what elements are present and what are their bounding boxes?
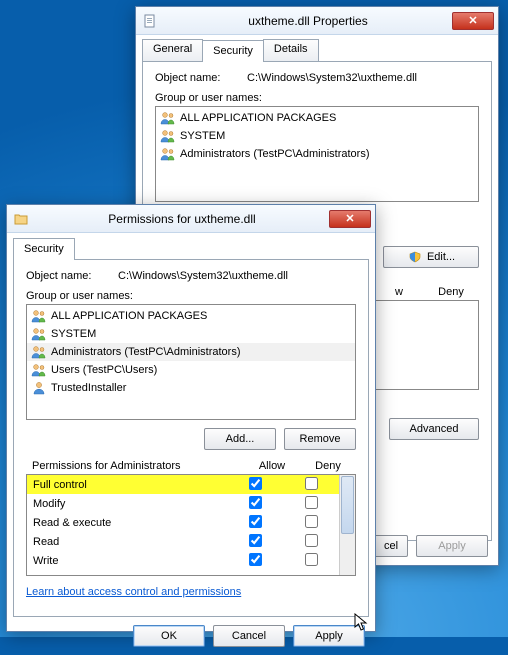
- cancel-button[interactable]: Cancel: [213, 625, 285, 647]
- permission-name: Read & execute: [33, 517, 227, 529]
- permissions-window: Permissions for uxtheme.dll ✕ Security O…: [6, 204, 376, 632]
- object-name-label: Object name:: [26, 270, 118, 282]
- allow-checkbox[interactable]: [249, 496, 262, 509]
- principal-name: ALL APPLICATION PACKAGES: [180, 112, 336, 124]
- edit-button[interactable]: Edit...: [383, 246, 479, 268]
- principal-entry[interactable]: TrustedInstaller: [27, 379, 355, 397]
- principals-list[interactable]: ALL APPLICATION PACKAGES SYSTEM Administra…: [26, 304, 356, 420]
- permission-row: Modify: [27, 494, 339, 513]
- permission-name: Modify: [33, 498, 227, 510]
- apply-button[interactable]: Apply: [293, 625, 365, 647]
- principal-name: ALL APPLICATION PACKAGES: [51, 310, 207, 322]
- principal-entry[interactable]: SYSTEM: [27, 325, 355, 343]
- principal-name: Administrators (TestPC\Administrators): [51, 346, 241, 358]
- close-icon[interactable]: ✕: [452, 12, 494, 30]
- cancel-button-fragment[interactable]: cel: [374, 535, 408, 557]
- tab-general[interactable]: General: [142, 39, 203, 61]
- allow-checkbox[interactable]: [249, 534, 262, 547]
- permissions-titlebar[interactable]: Permissions for uxtheme.dll ✕: [7, 205, 375, 233]
- deny-checkbox[interactable]: [305, 534, 318, 547]
- principal-name: SYSTEM: [51, 328, 96, 340]
- principal-entry[interactable]: Administrators (TestPC\Administrators): [27, 343, 355, 361]
- permission-name: Full control: [33, 479, 227, 491]
- edit-button-label: Edit...: [427, 251, 455, 263]
- permission-name: Read: [33, 536, 227, 548]
- object-name-value: C:\Windows\System32\uxtheme.dll: [118, 270, 288, 282]
- group-icon: [31, 344, 47, 360]
- principal-name: Users (TestPC\Users): [51, 364, 157, 376]
- object-name-label: Object name:: [155, 72, 247, 84]
- principal-name: TrustedInstaller: [51, 382, 126, 394]
- principal-entry[interactable]: Administrators (TestPC\Administrators): [156, 145, 478, 163]
- close-icon[interactable]: ✕: [329, 210, 371, 228]
- allow-header: Allow: [244, 460, 300, 472]
- group-icon: [160, 128, 176, 144]
- deny-checkbox[interactable]: [305, 477, 318, 490]
- permissions-footer: OK Cancel Apply: [7, 617, 375, 655]
- group-icon: [31, 380, 47, 396]
- group-label: Group or user names:: [26, 290, 356, 302]
- file-icon: [142, 13, 158, 29]
- add-button[interactable]: Add...: [204, 428, 276, 450]
- properties-title: uxtheme.dll Properties: [164, 14, 452, 28]
- group-label: Group or user names:: [155, 92, 479, 104]
- shield-icon: [407, 249, 423, 265]
- allow-checkbox[interactable]: [249, 553, 262, 566]
- group-icon: [31, 308, 47, 324]
- allow-checkbox[interactable]: [249, 515, 262, 528]
- permissions-title: Permissions for uxtheme.dll: [35, 212, 329, 226]
- folder-icon: [13, 211, 29, 227]
- permission-row: Write: [27, 551, 339, 570]
- allow-checkbox[interactable]: [249, 477, 262, 490]
- deny-checkbox[interactable]: [305, 496, 318, 509]
- group-icon: [31, 362, 47, 378]
- properties-titlebar[interactable]: uxtheme.dll Properties ✕: [136, 7, 498, 35]
- allow-header: w: [375, 286, 423, 298]
- remove-button[interactable]: Remove: [284, 428, 356, 450]
- deny-header: Deny: [300, 460, 356, 472]
- tab-security[interactable]: Security: [13, 238, 75, 260]
- principal-entry[interactable]: ALL APPLICATION PACKAGES: [27, 307, 355, 325]
- permission-row: Read & execute: [27, 513, 339, 532]
- properties-footer: cel Apply: [364, 527, 498, 565]
- principal-name: Administrators (TestPC\Administrators): [180, 148, 370, 160]
- apply-button[interactable]: Apply: [416, 535, 488, 557]
- group-icon: [160, 146, 176, 162]
- principal-entry[interactable]: SYSTEM: [156, 127, 478, 145]
- learn-link[interactable]: Learn about access control and permissio…: [26, 586, 241, 598]
- ok-button[interactable]: OK: [133, 625, 205, 647]
- deny-header: Deny: [423, 286, 479, 298]
- group-icon: [31, 326, 47, 342]
- principal-entry[interactable]: ALL APPLICATION PACKAGES: [156, 109, 478, 127]
- deny-checkbox[interactable]: [305, 515, 318, 528]
- permissions-for-label: Permissions for Administrators: [32, 460, 244, 472]
- principals-list[interactable]: ALL APPLICATION PACKAGES SYSTEM Administra…: [155, 106, 479, 202]
- tab-security[interactable]: Security: [202, 40, 264, 62]
- permission-row: Full control: [27, 475, 339, 494]
- permission-row: Read: [27, 532, 339, 551]
- permissions-grid: Full control Modify Read & execute Read Writ…: [26, 474, 356, 576]
- object-name-value: C:\Windows\System32\uxtheme.dll: [247, 72, 417, 84]
- group-icon: [160, 110, 176, 126]
- principal-entry[interactable]: Users (TestPC\Users): [27, 361, 355, 379]
- permissions-panel: Object name: C:\Windows\System32\uxtheme…: [13, 259, 369, 617]
- properties-tabs: General Security Details: [136, 39, 498, 61]
- advanced-button[interactable]: Advanced: [389, 418, 479, 440]
- tab-details[interactable]: Details: [263, 39, 319, 61]
- principal-name: SYSTEM: [180, 130, 225, 142]
- permission-name: Write: [33, 555, 227, 567]
- permissions-tabs: Security: [7, 237, 375, 259]
- deny-checkbox[interactable]: [305, 553, 318, 566]
- scrollbar[interactable]: [339, 475, 355, 575]
